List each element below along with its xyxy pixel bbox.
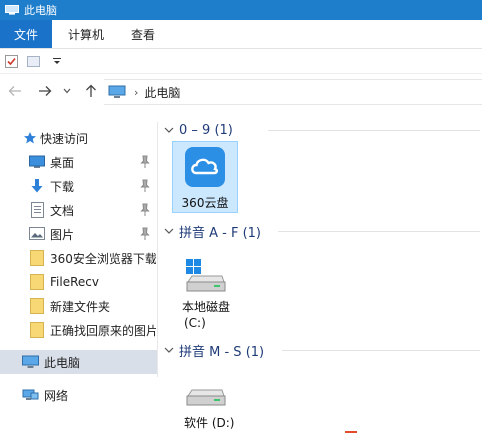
item-software-disk-d[interactable]: 软件 (D:): [180, 382, 250, 432]
navigation-pane: 快速访问 桌面 下载 文档 图片 360安全浏览器下载 FileRecv 新建文…: [0, 122, 158, 435]
network-icon: [22, 389, 39, 400]
properties-button[interactable]: [4, 54, 18, 68]
folder-icon: [30, 322, 44, 338]
nav-network[interactable]: 网络: [0, 383, 158, 407]
arrow-left-icon: [8, 86, 21, 96]
item-local-disk-c[interactable]: 本地磁盘 (C:): [180, 258, 250, 330]
chevron-down-icon: [164, 347, 174, 353]
item-label: 360云盘: [181, 196, 229, 210]
forward-button[interactable]: [36, 82, 54, 100]
nav-folder-360-downloads[interactable]: 360安全浏览器下载: [0, 246, 158, 270]
drive-icon: [186, 389, 226, 406]
title-bar: 此电脑: [0, 0, 482, 20]
item-label: 本地磁盘: [182, 300, 231, 314]
nav-folder-label: 新建文件夹: [50, 299, 111, 314]
computer-icon: [108, 85, 126, 98]
group-divider: [278, 231, 480, 232]
ribbon-tabs: 文件 计算机 查看: [0, 20, 482, 49]
nav-folder-recovered-pictures[interactable]: 正确找回原来的图片: [0, 318, 158, 342]
nav-folder-label: 360安全浏览器下载: [50, 251, 156, 266]
pin-icon[interactable]: [139, 179, 151, 193]
computer-icon: [5, 5, 19, 15]
nav-folder-label: FileRecv: [50, 275, 99, 289]
tab-file[interactable]: 文件: [0, 20, 53, 48]
item-label: 软件 (D:): [184, 416, 235, 430]
pin-icon[interactable]: [139, 227, 151, 241]
back-button[interactable]: [6, 82, 24, 100]
tab-view[interactable]: 查看: [117, 20, 168, 48]
address-row: › 此电脑: [0, 76, 482, 106]
picture-icon: [29, 227, 45, 240]
group-header-label: 拼音 M - S (1): [179, 344, 265, 360]
nav-desktop[interactable]: 桌面: [0, 150, 158, 174]
customize-toolbar-button[interactable]: [50, 54, 64, 68]
item-360-cloud[interactable]: 360云盘: [172, 141, 238, 213]
star-icon: [24, 132, 36, 144]
nav-pictures-label: 图片: [50, 227, 75, 242]
nav-quick-access[interactable]: 快速访问: [0, 126, 158, 150]
document-icon: [31, 202, 44, 218]
nav-this-pc[interactable]: 此电脑: [0, 350, 158, 374]
group-header-pinyin-m-s[interactable]: 拼音 M - S (1): [163, 341, 265, 360]
nav-desktop-label: 桌面: [50, 155, 75, 170]
folder-icon: [30, 250, 44, 266]
nav-documents-label: 文档: [50, 203, 75, 218]
breadcrumb-this-pc[interactable]: 此电脑: [144, 84, 180, 101]
group-header-0-9[interactable]: 0 – 9 (1): [163, 121, 233, 139]
cloud-app-icon: [185, 147, 225, 187]
chevron-down-icon: [164, 127, 174, 133]
arrow-right-icon: [39, 86, 52, 96]
new-folder-button[interactable]: [26, 54, 40, 68]
group-divider: [282, 350, 480, 351]
chevron-down-icon: [164, 228, 174, 234]
group-header-label: 0 – 9 (1): [179, 122, 233, 138]
address-bar[interactable]: › 此电脑: [104, 79, 482, 105]
quick-access-toolbar: [0, 49, 482, 74]
decorative-mark: [345, 431, 357, 433]
group-header-pinyin-a-f[interactable]: 拼音 A - F (1): [163, 222, 262, 241]
pin-icon[interactable]: [139, 155, 151, 169]
nav-this-pc-label: 此电脑: [44, 355, 81, 370]
nav-network-label: 网络: [44, 388, 69, 403]
nav-quick-access-label: 快速访问: [40, 131, 89, 146]
arrow-up-icon: [86, 84, 96, 97]
window-title: 此电脑: [24, 4, 57, 17]
desktop-icon: [29, 155, 45, 168]
chevron-down-icon: [63, 88, 71, 94]
nav-folder-label: 正确找回原来的图片: [50, 323, 156, 338]
nav-downloads[interactable]: 下载: [0, 174, 158, 198]
pane-divider[interactable]: [157, 122, 158, 377]
pin-icon[interactable]: [139, 203, 151, 217]
item-sublabel: (C:): [184, 316, 206, 330]
folder-icon: [30, 298, 44, 314]
nav-documents[interactable]: 文档: [0, 198, 158, 222]
system-drive-icon: [186, 259, 226, 292]
customize-dropdown-icon: [53, 58, 61, 64]
group-header-label: 拼音 A - F (1): [179, 225, 262, 241]
new-folder-icon: [26, 55, 40, 67]
tab-computer[interactable]: 计算机: [52, 20, 117, 48]
recent-locations-button[interactable]: [61, 82, 73, 100]
properties-icon: [4, 54, 18, 68]
path-separator: ›: [134, 85, 139, 99]
group-divider: [268, 130, 480, 131]
download-arrow-icon: [31, 179, 43, 193]
nav-folder-new-folder[interactable]: 新建文件夹: [0, 294, 158, 318]
up-button[interactable]: [82, 82, 100, 100]
nav-pictures[interactable]: 图片: [0, 222, 158, 246]
computer-icon: [22, 355, 39, 368]
nav-folder-filerecv[interactable]: FileRecv: [0, 270, 158, 294]
folder-icon: [30, 274, 44, 290]
nav-downloads-label: 下载: [50, 179, 75, 194]
